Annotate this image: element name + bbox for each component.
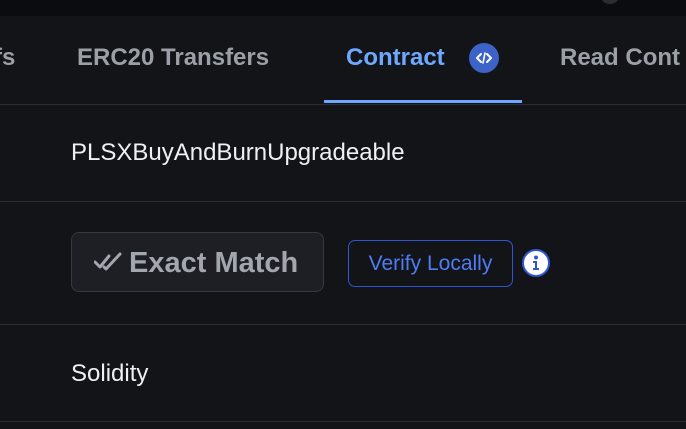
tab-erc20-transfers[interactable]: ERC20 Transfers	[77, 44, 269, 72]
contract-language: Solidity	[71, 360, 149, 387]
top-strip	[0, 0, 686, 16]
tab-bar: fs ERC20 Transfers Contract Read Cont	[0, 16, 686, 105]
double-check-icon	[94, 252, 122, 271]
exact-match-badge: Exact Match	[71, 232, 324, 292]
row-divider	[0, 201, 686, 202]
info-icon[interactable]	[521, 248, 551, 278]
verification-status: Exact Match	[129, 247, 299, 279]
code-icon	[469, 43, 499, 73]
row-divider	[0, 421, 686, 422]
verify-locally-button[interactable]: Verify Locally	[348, 240, 513, 287]
tab-transactions-cut[interactable]: fs	[0, 44, 15, 72]
contract-name: PLSXBuyAndBurnUpgradeable	[71, 139, 405, 166]
active-tab-indicator	[324, 100, 522, 103]
row-divider	[0, 324, 686, 325]
tab-contract[interactable]: Contract	[346, 44, 445, 72]
top-strip-corner	[600, 0, 620, 4]
tab-read-contract[interactable]: Read Cont	[560, 44, 680, 72]
